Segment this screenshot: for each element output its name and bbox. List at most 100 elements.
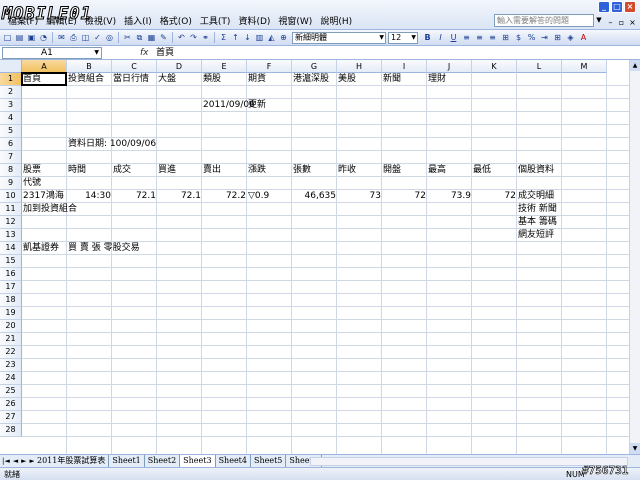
- cell-l10[interactable]: 成交明細: [517, 190, 555, 203]
- cell-g10[interactable]: 46,635: [292, 190, 337, 203]
- column-header-l[interactable]: L: [517, 60, 562, 73]
- cell-l12[interactable]: 基本 籌碼: [517, 216, 558, 229]
- cell-a14[interactable]: 凱基證券: [22, 242, 60, 255]
- scroll-up-icon[interactable]: ▲: [630, 60, 640, 71]
- hyperlink-icon[interactable]: ⚭: [200, 32, 211, 43]
- cut-icon[interactable]: ✂: [122, 32, 133, 43]
- font-size-select[interactable]: 12 ▼: [388, 32, 418, 44]
- save-icon[interactable]: ▣: [26, 32, 37, 43]
- cell-d10[interactable]: 72.1: [157, 190, 202, 203]
- restore-button[interactable]: □: [611, 1, 623, 13]
- doc-restore-button[interactable]: ▫: [617, 17, 626, 28]
- cell-h8[interactable]: 昨收: [337, 164, 357, 177]
- print-preview-icon[interactable]: ◫: [80, 32, 91, 43]
- fill-color-icon[interactable]: ◈: [565, 32, 576, 43]
- cell-a11[interactable]: 加到投資組合: [22, 203, 78, 216]
- cell-a8[interactable]: 股票: [22, 164, 42, 177]
- sort-desc-icon[interactable]: ↓: [242, 32, 253, 43]
- cell-g8[interactable]: 張數: [292, 164, 312, 177]
- close-button[interactable]: ×: [624, 1, 636, 13]
- undo-icon[interactable]: ↶: [176, 32, 187, 43]
- menu-item[interactable]: 資料(D): [234, 16, 274, 29]
- percent-icon[interactable]: %: [526, 32, 537, 43]
- doc-close-button[interactable]: ×: [628, 17, 637, 28]
- name-box[interactable]: A1 ▼: [2, 47, 102, 59]
- scroll-down-icon[interactable]: ▼: [630, 443, 640, 454]
- align-left-icon[interactable]: ≡: [461, 32, 472, 43]
- row-header-22[interactable]: 22: [0, 346, 22, 359]
- row-header-23[interactable]: 23: [0, 359, 22, 372]
- doc-minimize-button[interactable]: –: [606, 17, 615, 28]
- drawing-icon[interactable]: ◭: [266, 32, 277, 43]
- formula-input[interactable]: 首頁: [156, 47, 174, 59]
- paste-icon[interactable]: ▦: [146, 32, 157, 43]
- cell-e10[interactable]: 72.2: [202, 190, 247, 203]
- spreadsheet-grid[interactable]: ▲ ▼ A B C D E F G H I J K L M 1 2 3 4 5 6 7 8 9 10 11 12 13 14 15 16…: [0, 60, 640, 454]
- prev-sheet-icon[interactable]: ◄: [13, 455, 18, 467]
- vertical-scrollbar[interactable]: ▲ ▼: [629, 60, 640, 454]
- align-right-icon[interactable]: ≡: [487, 32, 498, 43]
- column-header-k[interactable]: K: [472, 60, 517, 73]
- cell-g1[interactable]: 港滬深股: [292, 73, 330, 86]
- menu-item[interactable]: 說明(H): [316, 16, 356, 29]
- row-header-20[interactable]: 20: [0, 320, 22, 333]
- cell-f10[interactable]: ▽0.9: [247, 190, 270, 203]
- row-header-21[interactable]: 21: [0, 333, 22, 346]
- redo-icon[interactable]: ↷: [188, 32, 199, 43]
- column-header-b[interactable]: B: [67, 60, 112, 73]
- menu-item[interactable]: 檔案(F): [4, 16, 42, 29]
- cell-b1[interactable]: 投資組合: [67, 73, 105, 86]
- column-header-g[interactable]: G: [292, 60, 337, 73]
- row-header-11[interactable]: 11: [0, 203, 22, 216]
- row-header-4[interactable]: 4: [0, 112, 22, 125]
- column-header-f[interactable]: F: [247, 60, 292, 73]
- column-header-e[interactable]: E: [202, 60, 247, 73]
- sheet-tab[interactable]: 2011年股票試算表: [34, 455, 110, 467]
- row-header-28[interactable]: 28: [0, 424, 22, 437]
- column-header-h[interactable]: H: [337, 60, 382, 73]
- row-header-10[interactable]: 10: [0, 190, 22, 203]
- select-all-button[interactable]: [0, 60, 22, 73]
- horizontal-scrollbar[interactable]: [310, 457, 628, 466]
- menu-item[interactable]: 格式(O): [156, 16, 196, 29]
- cell-j10[interactable]: 73.9: [427, 190, 472, 203]
- row-header-14[interactable]: 14: [0, 242, 22, 255]
- column-header-j[interactable]: J: [427, 60, 472, 73]
- underline-icon[interactable]: U: [448, 32, 459, 43]
- menu-item[interactable]: 檢視(V): [81, 16, 120, 29]
- row-header-16[interactable]: 16: [0, 268, 22, 281]
- cell-b6[interactable]: 資料日期: 100/09/06: [67, 138, 157, 151]
- currency-icon[interactable]: $: [513, 32, 524, 43]
- italic-icon[interactable]: I: [435, 32, 446, 43]
- font-name-select[interactable]: 新細明體 ▼: [292, 32, 386, 44]
- help-search-input[interactable]: 輸入需要解答的問題: [494, 14, 594, 27]
- sheet-tab[interactable]: Sheet1: [109, 455, 145, 467]
- cell-h1[interactable]: 美股: [337, 73, 357, 86]
- sheet-tab[interactable]: Sheet3: [180, 455, 216, 467]
- row-header-27[interactable]: 27: [0, 411, 22, 424]
- format-painter-icon[interactable]: ✎: [158, 32, 169, 43]
- cell-i8[interactable]: 開盤: [382, 164, 402, 177]
- cell-a10[interactable]: 2317鴻海: [22, 190, 65, 203]
- row-header-24[interactable]: 24: [0, 372, 22, 385]
- cell-i10[interactable]: 72: [382, 190, 427, 203]
- cell-j8[interactable]: 最高: [427, 164, 447, 177]
- cell-l11[interactable]: 技術 新聞: [517, 203, 558, 216]
- cell-c10[interactable]: 72.1: [112, 190, 157, 203]
- cell-h10[interactable]: 73: [337, 190, 382, 203]
- chart-icon[interactable]: ▥: [254, 32, 265, 43]
- cell-b14[interactable]: 買 賣 張 零股交易: [67, 242, 141, 255]
- cell-f3[interactable]: 更新: [247, 99, 267, 112]
- print-icon[interactable]: ⎙: [68, 32, 79, 43]
- cell-f1[interactable]: 期貨: [247, 73, 267, 86]
- open-icon[interactable]: ▤: [14, 32, 25, 43]
- row-header-8[interactable]: 8: [0, 164, 22, 177]
- align-center-icon[interactable]: ≡: [474, 32, 485, 43]
- zoom-icon[interactable]: ⊕: [278, 32, 289, 43]
- bold-icon[interactable]: B: [422, 32, 433, 43]
- row-header-5[interactable]: 5: [0, 125, 22, 138]
- next-sheet-icon[interactable]: ►: [21, 455, 26, 467]
- indent-icon[interactable]: ⇥: [539, 32, 550, 43]
- row-header-15[interactable]: 15: [0, 255, 22, 268]
- row-header-17[interactable]: 17: [0, 281, 22, 294]
